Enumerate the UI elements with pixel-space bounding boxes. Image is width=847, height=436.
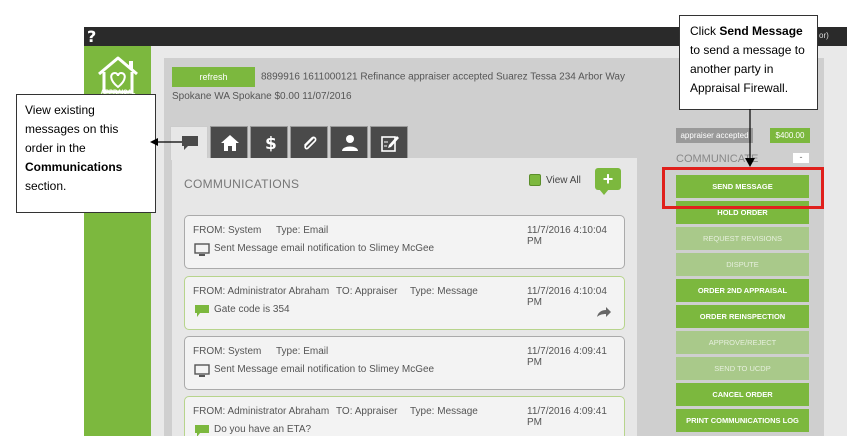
tab-contacts[interactable]: [330, 126, 368, 158]
order-summary: refresh 8899916 1611000121 Refinance appr…: [172, 67, 662, 106]
message-type: Type: Email: [276, 225, 329, 236]
callout-arrow-left: [150, 138, 182, 146]
price-badge: $400.00: [770, 128, 810, 143]
message-to: TO: Appraiser: [336, 406, 398, 417]
send-message-highlight: [662, 167, 824, 209]
svg-text:$: $: [265, 134, 277, 153]
communications-title: COMMUNICATIONS: [184, 177, 300, 191]
approve-reject-button[interactable]: APPROVE/REJECT: [676, 331, 809, 354]
monitor-icon: [194, 243, 210, 256]
callout-bold: Send Message: [719, 24, 803, 38]
callout-send-message: Click Send Message to send a message to …: [679, 15, 818, 110]
message-item[interactable]: FROM: System Type: Email 11/7/2016 4:09:…: [184, 336, 625, 390]
tab-notes[interactable]: [370, 126, 408, 158]
monitor-icon: [194, 364, 210, 377]
callout-text: section.: [25, 179, 67, 193]
message-body: Sent Message email notification to Slime…: [214, 364, 435, 375]
refresh-button[interactable]: refresh: [172, 67, 255, 87]
message-type: Type: Email: [276, 346, 329, 357]
help-icon[interactable]: ?: [87, 27, 96, 46]
status-badge: appraiser accepted: [676, 128, 753, 143]
tab-fees[interactable]: $: [250, 126, 288, 158]
message-body: Sent Message email notification to Slime…: [214, 243, 435, 254]
add-message-button[interactable]: +: [595, 168, 621, 190]
send-to-ucdp-button[interactable]: SEND TO UCDP: [676, 357, 809, 380]
house-heart-icon: [98, 56, 138, 94]
order-reinspection-button[interactable]: ORDER REINSPECTION: [676, 305, 809, 328]
tab-property[interactable]: [210, 126, 248, 158]
home-icon: [221, 135, 239, 151]
message-body: Gate code is 354: [214, 304, 290, 315]
message-icon: [195, 305, 209, 317]
callout-bold: Communications: [25, 160, 123, 174]
message-icon: [195, 425, 209, 436]
dispute-button[interactable]: DISPUTE: [676, 253, 809, 276]
tab-attachments[interactable]: [290, 126, 328, 158]
message-type: Type: Message: [410, 286, 478, 297]
collapse-button[interactable]: -: [793, 153, 809, 163]
callout-text: Click: [690, 24, 720, 38]
message-to: TO: Appraiser: [336, 286, 398, 297]
callout-text: to send a message to another party in Ap…: [690, 43, 805, 95]
callout-arrow-right: [745, 109, 755, 167]
message-from: FROM: System: [193, 346, 262, 357]
message-from: FROM: Administrator Abraham: [193, 286, 330, 297]
message-date: 11/7/2016 4:09:41 PM: [527, 406, 607, 428]
add-message-button-tail: [599, 189, 609, 195]
reply-icon[interactable]: [596, 306, 612, 318]
message-item[interactable]: FROM: System Type: Email 11/7/2016 4:10:…: [184, 215, 625, 269]
message-item[interactable]: FROM: Administrator Abraham TO: Appraise…: [184, 396, 625, 436]
message-date: 11/7/2016 4:09:41 PM: [527, 346, 607, 368]
cancel-order-button[interactable]: CANCEL ORDER: [676, 383, 809, 406]
print-communications-log-button[interactable]: PRINT COMMUNICATIONS LOG: [676, 409, 809, 432]
message-body: Do you have an ETA?: [214, 424, 312, 435]
top-bar-user-text: or): [819, 31, 829, 40]
view-all-label: View All: [546, 175, 581, 186]
message-from: FROM: Administrator Abraham: [193, 406, 330, 417]
request-revisions-button[interactable]: REQUEST REVISIONS: [676, 227, 809, 250]
message-from: FROM: System: [193, 225, 262, 236]
message-type: Type: Message: [410, 406, 478, 417]
note-edit-icon: [381, 136, 399, 152]
message-date: 11/7/2016 4:10:04 PM: [527, 225, 607, 247]
view-all-checkbox[interactable]: [529, 174, 541, 186]
order-2nd-appraisal-button[interactable]: ORDER 2ND APPRAISAL: [676, 279, 809, 302]
callout-text: View existing messages on this order in …: [25, 103, 119, 155]
message-item[interactable]: FROM: Administrator Abraham TO: Appraise…: [184, 276, 625, 330]
callout-communications: View existing messages on this order in …: [16, 94, 156, 213]
message-date: 11/7/2016 4:10:04 PM: [527, 286, 607, 308]
user-icon: [342, 135, 358, 151]
dollar-icon: $: [265, 134, 277, 153]
paperclip-icon: [304, 136, 317, 150]
